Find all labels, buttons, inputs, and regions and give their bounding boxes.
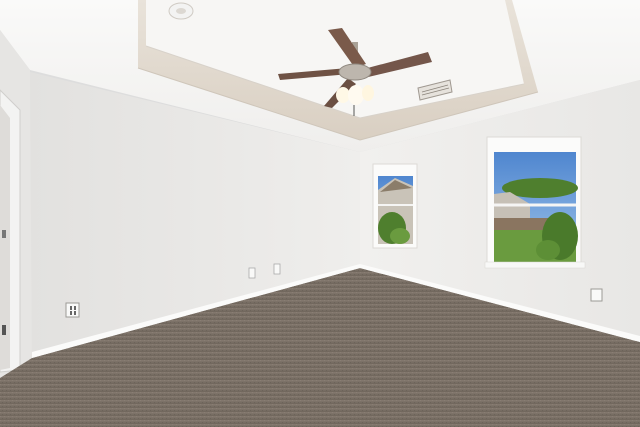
electrical-outlet [273, 263, 281, 275]
doorway [0, 30, 32, 378]
electrical-outlet [65, 302, 80, 318]
electrical-outlet [248, 267, 256, 279]
window-right [484, 136, 586, 269]
fan-light [362, 85, 374, 101]
fan-light [348, 85, 364, 105]
fan-light [336, 87, 350, 103]
smoke-detector [168, 2, 194, 20]
electrical-outlet [590, 288, 603, 302]
window-left [372, 163, 418, 249]
room-photo [0, 0, 640, 427]
